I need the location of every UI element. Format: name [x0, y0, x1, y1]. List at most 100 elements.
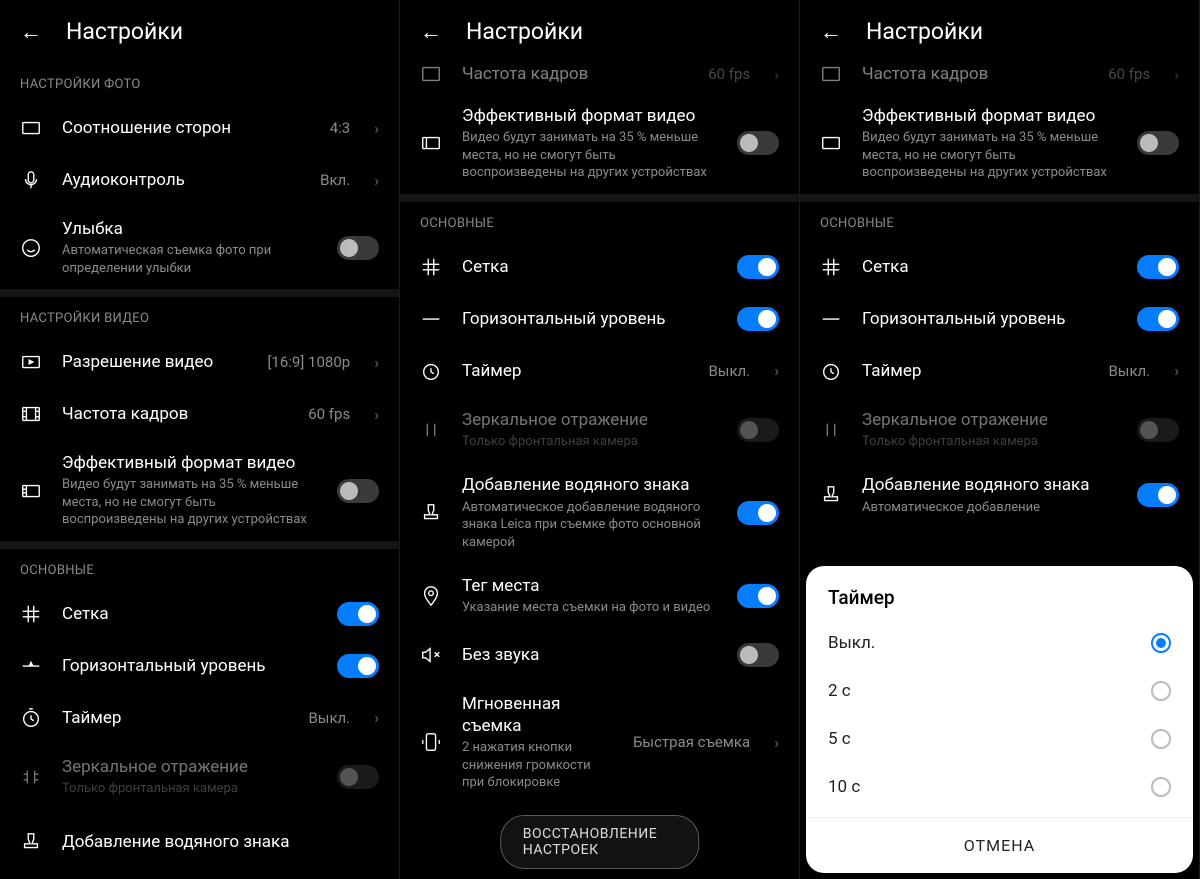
- video-format-icon: [420, 132, 442, 154]
- row-frame-rate-cut: Частота кадров 60 fps ›: [800, 63, 1199, 93]
- film-icon: [420, 63, 442, 85]
- page-title: Настройки: [466, 18, 583, 45]
- timer-option-10s[interactable]: 10 с: [806, 763, 1193, 811]
- mute-toggle[interactable]: [737, 643, 779, 667]
- smile-toggle[interactable]: [337, 236, 379, 260]
- header: ← Настройки: [0, 0, 399, 63]
- smile-icon: [20, 237, 42, 259]
- watermark-toggle[interactable]: [737, 501, 779, 525]
- row-timer[interactable]: Таймер Выкл. ›: [0, 692, 399, 744]
- row-grid[interactable]: Сетка: [400, 241, 799, 293]
- timer-icon: [420, 360, 442, 382]
- row-efficient-video[interactable]: Эффективный формат видео Видео будут зан…: [400, 93, 799, 194]
- row-mirror: Зеркальное отражение Только фронтальная …: [800, 397, 1199, 463]
- video-res-icon: [20, 351, 42, 373]
- settings-panel-2: ← Настройки Частота кадров 60 fps › Эффе…: [400, 0, 800, 879]
- back-icon[interactable]: ←: [420, 19, 442, 45]
- geo-toggle[interactable]: [737, 584, 779, 608]
- chevron-right-icon: ›: [774, 733, 779, 752]
- horizon-icon: [820, 308, 842, 330]
- timer-option-2s[interactable]: 2 с: [806, 667, 1193, 715]
- row-grid[interactable]: Сетка: [800, 241, 1199, 293]
- chevron-right-icon: ›: [774, 65, 779, 84]
- watermark-toggle[interactable]: [1137, 483, 1179, 507]
- row-watermark[interactable]: Добавление водяного знака: [0, 810, 399, 862]
- section-general: ОСНОВНЫЕ: [800, 202, 1199, 241]
- row-aspect-ratio[interactable]: Соотношение сторон 4:3 ›: [0, 102, 399, 154]
- row-audio-control[interactable]: Аудиоконтроль Вкл. ›: [0, 154, 399, 206]
- radio-selected-icon: [1151, 633, 1171, 653]
- aspect-ratio-icon: [20, 117, 42, 139]
- chevron-right-icon: ›: [1174, 361, 1179, 380]
- header: ← Настройки: [400, 0, 799, 63]
- chevron-right-icon: ›: [374, 119, 379, 138]
- restore-button[interactable]: ВОССТАНОВЛЕНИЕ НАСТРОЕК: [500, 815, 700, 869]
- row-efficient-video[interactable]: Эффективный формат видео Видео будут зан…: [0, 440, 399, 541]
- row-watermark[interactable]: Добавление водяного знака Автоматическое…: [800, 462, 1199, 528]
- row-mute[interactable]: Без звука: [400, 629, 799, 681]
- row-timer[interactable]: Таймер Выкл. ›: [800, 345, 1199, 397]
- timer-icon: [820, 360, 842, 382]
- film-icon: [20, 403, 42, 425]
- radio-icon: [1151, 777, 1171, 797]
- row-efficient-video[interactable]: Эффективный формат видео Видео будут зан…: [800, 93, 1199, 194]
- row-horizon[interactable]: Горизонтальный уровень: [0, 640, 399, 692]
- timer-option-off[interactable]: Выкл.: [806, 619, 1193, 667]
- row-horizon[interactable]: Горизонтальный уровень: [400, 293, 799, 345]
- mirror-icon: [20, 766, 42, 788]
- row-horizon[interactable]: Горизонтальный уровень: [800, 293, 1199, 345]
- chevron-right-icon: ›: [1174, 65, 1179, 84]
- row-smile[interactable]: Улыбка Автоматическая съемка фото при оп…: [0, 206, 399, 289]
- stamp-icon: [20, 831, 42, 853]
- dialog-title: Таймер: [806, 586, 1193, 619]
- chevron-right-icon: ›: [374, 708, 379, 727]
- dialog-cancel-button[interactable]: ОТМЕНА: [806, 817, 1193, 873]
- efficient-video-toggle[interactable]: [737, 131, 779, 155]
- row-watermark[interactable]: Добавление водяного знака Автоматическое…: [400, 462, 799, 563]
- row-grid[interactable]: Сетка: [0, 588, 399, 640]
- row-frame-rate-cut: Частота кадров 60 fps ›: [400, 63, 799, 93]
- horizon-toggle[interactable]: [1137, 307, 1179, 331]
- grid-toggle[interactable]: [337, 602, 379, 626]
- mirror-toggle: [737, 418, 779, 442]
- timer-icon: [20, 707, 42, 729]
- efficient-video-toggle[interactable]: [1137, 131, 1179, 155]
- row-frame-rate[interactable]: Частота кадров 60 fps ›: [0, 388, 399, 440]
- grid-icon: [820, 256, 842, 278]
- radio-icon: [1151, 729, 1171, 749]
- row-mirror: Зеркальное отражение Только фронтальная …: [0, 744, 399, 810]
- horizon-icon: [420, 308, 442, 330]
- row-mirror: Зеркальное отражение Только фронтальная …: [400, 397, 799, 463]
- stamp-icon: [820, 484, 842, 506]
- location-icon: [420, 585, 442, 607]
- stamp-icon: [420, 502, 442, 524]
- efficient-video-toggle[interactable]: [337, 479, 379, 503]
- phone-icon: [420, 731, 442, 753]
- timer-option-5s[interactable]: 5 с: [806, 715, 1193, 763]
- timer-dialog: Таймер Выкл. 2 с 5 с 10 с ОТМЕНА: [806, 566, 1193, 873]
- section-photo: НАСТРОЙКИ ФОТО: [0, 63, 399, 102]
- row-quick-shot[interactable]: Мгновенная съемка 2 нажатия кнопки сниже…: [400, 681, 799, 804]
- chevron-right-icon: ›: [374, 405, 379, 424]
- section-general: ОСНОВНЫЕ: [400, 202, 799, 241]
- back-icon[interactable]: ←: [820, 19, 842, 45]
- back-icon[interactable]: ←: [20, 19, 42, 45]
- chevron-right-icon: ›: [374, 171, 379, 190]
- horizon-toggle[interactable]: [337, 654, 379, 678]
- row-video-resolution[interactable]: Разрешение видео [16:9] 1080p ›: [0, 336, 399, 388]
- grid-toggle[interactable]: [737, 255, 779, 279]
- row-geo-tag[interactable]: Тег места Указание места съемки на фото …: [400, 563, 799, 629]
- row-timer[interactable]: Таймер Выкл. ›: [400, 345, 799, 397]
- page-title: Настройки: [866, 18, 983, 45]
- mirror-toggle: [337, 765, 379, 789]
- mute-icon: [420, 644, 442, 666]
- horizon-toggle[interactable]: [737, 307, 779, 331]
- horizon-icon: [20, 655, 42, 677]
- mirror-icon: [420, 419, 442, 441]
- video-format-icon: [820, 132, 842, 154]
- chevron-right-icon: ›: [374, 353, 379, 372]
- film-icon: [820, 63, 842, 85]
- mirror-toggle: [1137, 418, 1179, 442]
- grid-icon: [420, 256, 442, 278]
- grid-toggle[interactable]: [1137, 255, 1179, 279]
